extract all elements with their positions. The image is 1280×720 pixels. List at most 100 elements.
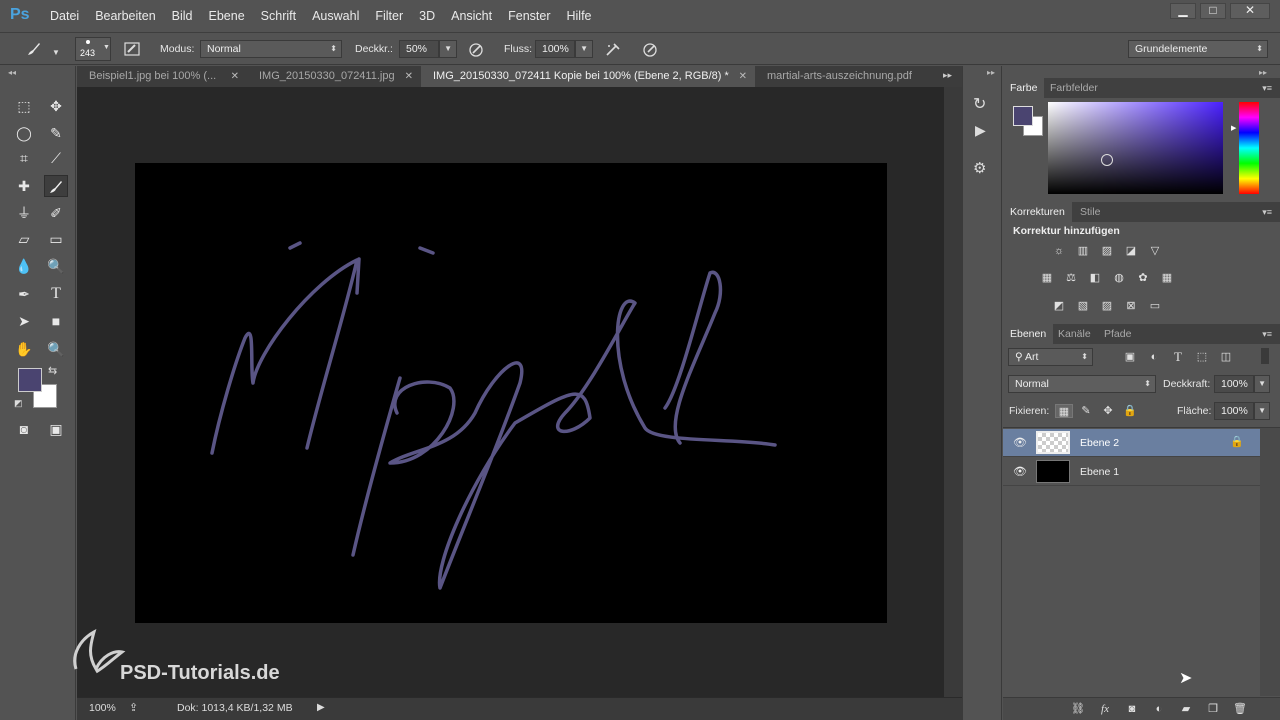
menu-ansicht[interactable]: Ansicht [451, 9, 492, 23]
fill-dropdown[interactable]: ▼ [1254, 402, 1270, 420]
actions-play-icon[interactable]: ▶ [975, 122, 986, 139]
close-icon[interactable]: ✕ [739, 66, 747, 87]
black-white-icon[interactable]: ◧ [1086, 271, 1104, 285]
document-canvas[interactable] [135, 163, 887, 623]
tab-stile[interactable]: Stile [1073, 202, 1107, 222]
hand-tool-icon[interactable]: ✋ [12, 338, 36, 360]
curves-icon[interactable]: ▨ [1098, 244, 1116, 258]
tab-beispiel1[interactable]: Beispiel1.jpg bei 100% (... ✕ [77, 66, 247, 87]
brush-size-picker[interactable]: 243 ▼ [75, 37, 111, 61]
filter-type-icon[interactable]: T [1169, 350, 1187, 364]
pen-tool-icon[interactable]: ✒ [12, 283, 36, 305]
quick-mask-icon[interactable]: ◙ [12, 418, 36, 440]
path-selection-tool-icon[interactable]: ➤ [12, 310, 36, 332]
brush-tool-icon[interactable] [44, 175, 68, 197]
minimize-button[interactable]: ▁ [1170, 3, 1196, 19]
tab-korrekturen[interactable]: Korrekturen [1003, 202, 1072, 222]
hue-saturation-icon[interactable]: ▦ [1038, 271, 1056, 285]
rectangle-tool-icon[interactable]: ■ [44, 310, 68, 332]
brush-panel-icon[interactable] [122, 40, 142, 61]
pressure-size-icon[interactable] [640, 41, 660, 62]
link-layers-icon[interactable]: ⛓ [1069, 702, 1087, 716]
move-tool-icon[interactable]: ✥ [44, 95, 68, 117]
tab-martial-arts-pdf[interactable]: martial-arts-auszeichnung.pdf [755, 66, 937, 87]
panel-menu-icon[interactable]: ▾≡ [1262, 207, 1272, 218]
posterize-icon[interactable]: ▧ [1074, 299, 1092, 313]
layer-name[interactable]: Ebene 1 [1080, 466, 1119, 478]
menu-datei[interactable]: Datei [50, 9, 79, 23]
panel-foreground-swatch[interactable] [1013, 106, 1033, 126]
swap-colors-icon[interactable]: ⇆ [48, 364, 57, 377]
invert-icon[interactable]: ◩ [1050, 299, 1068, 313]
properties-icon[interactable]: ⚙ [973, 159, 986, 177]
share-icon[interactable]: ⇪ [129, 701, 138, 714]
new-layer-icon[interactable]: ❐ [1204, 702, 1222, 716]
color-balance-icon[interactable]: ⚖ [1062, 271, 1080, 285]
opacity-input[interactable]: 50% [399, 40, 439, 58]
close-icon[interactable]: ✕ [405, 66, 413, 87]
clone-stamp-tool-icon[interactable]: ⏚ [12, 202, 36, 224]
vertical-scrollbar[interactable] [944, 87, 962, 697]
menu-3d[interactable]: 3D [419, 9, 435, 23]
panel-menu-icon[interactable]: ▾≡ [1262, 83, 1272, 94]
panel-menu-icon[interactable]: ▾≡ [1262, 329, 1272, 340]
delete-layer-trash-icon[interactable]: 🗑 [1231, 702, 1249, 716]
tab-img-kopie[interactable]: IMG_20150330_072411 Kopie bei 100% (Eben… [421, 66, 755, 87]
lock-pixels-icon[interactable]: ✎ [1077, 404, 1095, 418]
blur-tool-icon[interactable]: 💧 [12, 255, 36, 277]
marquee-tool-icon[interactable]: ⬚ [12, 95, 36, 117]
default-colors-icon[interactable]: ◩ [14, 398, 23, 409]
history-icon[interactable]: ↻ [973, 94, 986, 114]
hue-slider-arrow-icon[interactable]: ▶ [1231, 124, 1236, 132]
expand-icon[interactable]: ▸▸ [987, 68, 995, 77]
zoom-level[interactable]: 100% [89, 702, 116, 714]
lock-transparent-icon[interactable]: ▦ [1055, 404, 1073, 418]
filter-smart-object-icon[interactable]: ◫ [1217, 350, 1235, 364]
channel-mixer-icon[interactable]: ✿ [1134, 271, 1152, 285]
flow-dropdown[interactable]: ▼ [575, 40, 593, 58]
flow-input[interactable]: 100% [535, 40, 575, 58]
menu-bild[interactable]: Bild [172, 9, 193, 23]
layer-style-fx-icon[interactable]: fx [1096, 702, 1114, 716]
menu-bearbeiten[interactable]: Bearbeiten [95, 9, 155, 23]
status-menu-icon[interactable]: ▶ [317, 702, 325, 713]
quick-selection-tool-icon[interactable]: ✎ [44, 122, 68, 144]
menu-auswahl[interactable]: Auswahl [312, 9, 359, 23]
pressure-opacity-icon[interactable] [466, 41, 486, 62]
layers-scrollbar[interactable] [1260, 428, 1280, 696]
chevron-down-icon[interactable]: ▼ [52, 48, 60, 57]
hue-slider[interactable] [1239, 102, 1259, 194]
layer-opacity-input[interactable]: 100% [1214, 375, 1254, 393]
close-button[interactable]: ✕ [1230, 3, 1270, 19]
gradient-map-icon[interactable]: ▭ [1146, 299, 1164, 313]
gradient-tool-icon[interactable]: ▭ [44, 228, 68, 250]
color-lookup-icon[interactable]: ▦ [1158, 271, 1176, 285]
add-mask-icon[interactable]: ◙ [1123, 702, 1141, 716]
menu-hilfe[interactable]: Hilfe [567, 9, 592, 23]
collapse-panels-icon[interactable]: ▸▸ [1259, 68, 1267, 77]
tab-farbfelder[interactable]: Farbfelder [1043, 78, 1105, 98]
filter-shape-icon[interactable]: ⬚ [1193, 350, 1211, 364]
tab-pfade[interactable]: Pfade [1097, 324, 1138, 344]
color-field[interactable] [1048, 102, 1223, 194]
history-brush-tool-icon[interactable]: ✐ [44, 202, 68, 224]
layer-filter-select[interactable]: ⚲ Art ⬍ [1008, 348, 1093, 366]
collapse-icon[interactable]: ◂◂ [8, 68, 16, 77]
dodge-tool-icon[interactable]: 🔍 [44, 255, 68, 277]
tab-farbe[interactable]: Farbe [1003, 78, 1045, 98]
blend-mode-select[interactable]: Normal ⬍ [1008, 375, 1156, 393]
airbrush-icon[interactable] [603, 41, 623, 62]
healing-brush-tool-icon[interactable]: ✚ [12, 175, 36, 197]
filter-adjustment-icon[interactable]: ◐ [1145, 350, 1163, 364]
new-adjustment-layer-icon[interactable]: ◐ [1150, 702, 1168, 716]
fill-input[interactable]: 100% [1214, 402, 1254, 420]
vibrance-icon[interactable]: ▽ [1146, 244, 1164, 258]
layer-name[interactable]: Ebene 2 [1080, 437, 1119, 449]
foreground-color-swatch[interactable] [18, 368, 42, 392]
menu-filter[interactable]: Filter [375, 9, 403, 23]
filter-pixel-icon[interactable]: ▣ [1121, 350, 1139, 364]
selective-color-icon[interactable]: ⊠ [1122, 299, 1140, 313]
lasso-tool-icon[interactable]: ◯ [12, 122, 36, 144]
eyedropper-tool-icon[interactable]: ⟋ [44, 147, 68, 169]
opacity-dropdown[interactable]: ▼ [439, 40, 457, 58]
